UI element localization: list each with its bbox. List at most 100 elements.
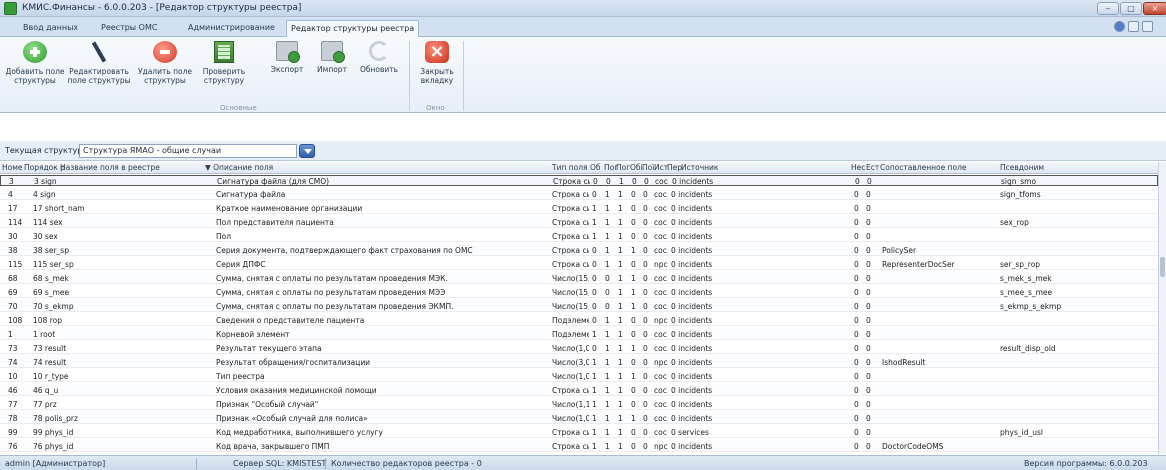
edit-field-button[interactable]: Редактировать поле структуры [67,41,131,85]
minimize-button[interactable]: ‒ [1097,2,1119,15]
delete-field-button[interactable]: Удалить поле структуры [135,41,195,85]
cell-f4: 0 [632,177,637,186]
scrollbar-thumb[interactable] [1160,257,1165,277]
cell-description: Тип реестра [216,372,265,381]
table-row[interactable]: 114 114 sex Пол представителя пациента Стро… [0,217,1158,228]
cell-number: 4 [8,190,13,199]
add-field-label2: структуры [14,76,56,85]
cell-type: Строка символов [552,442,589,451]
vertical-scrollbar[interactable] [1158,162,1166,454]
cell-nes: 0 [854,246,859,255]
cell-nes: 0 [854,386,859,395]
table-row[interactable]: 3030 sexПолСтрока символов11100coc0 inci… [0,231,1158,242]
cell-alias: sign_tfoms [1000,190,1041,199]
table-row[interactable]: 3 3 sign Сигнатура файла (для СМО) Строка с… [0,175,1158,186]
tab-data-entry[interactable]: Ввод данных [19,20,82,37]
close-window-button[interactable]: × [1143,2,1166,15]
close-tab-label1: Закрыть [420,67,454,76]
check-structure-button[interactable]: Проверить структуру [197,41,251,85]
cell-f4: 1 [631,288,636,297]
table-row[interactable]: 76 76 phys_id Код врача, закрывшего ПМП Стр… [0,441,1158,452]
cell-f5: 0 [643,302,648,311]
col-field-name-header[interactable]: Название поля в реестре [60,163,160,172]
col-source-header[interactable]: Источник [681,163,718,172]
cell-est: 0 [866,246,871,255]
cell-f1: 0 [592,260,597,269]
tab-oms-registers[interactable]: Реестры ОМС [97,20,161,37]
import-button[interactable]: Импорт [311,41,353,74]
table-row[interactable]: 70 70 s_ekmp Сумма, снятая с оплаты по рез… [0,301,1158,312]
tab-structure-editor[interactable]: Редактор структуры реестра [286,20,420,37]
table-row[interactable]: 46 46 q_u Условия оказания медицинской пом… [0,385,1158,396]
col-per-header[interactable]: Пер [667,163,682,172]
col-est-header[interactable]: Ест [866,163,879,172]
col-order-header[interactable]: Порядок р [24,163,65,172]
cell-f1: 1 [592,330,597,339]
col-number-header[interactable]: Номе [2,163,23,172]
table-row[interactable]: 99 99 phys_id Код медработника, выполнивше… [0,427,1158,438]
table-row[interactable]: 38 38 ser_sp Серия документа, подтверждающ… [0,245,1158,256]
table-row[interactable]: 17 17 short_nam Краткое наименование орган… [0,203,1158,214]
close-tab-icon [425,41,449,63]
cell-f2: 0 [605,288,610,297]
cell-type: Число(1,0) [552,344,589,353]
cell-field-name: 69 s_mee [33,288,70,297]
refresh-label: Обновить [359,65,399,74]
cell-source: 0 services [671,428,709,437]
table-row[interactable]: 1010 r_typeТип реестраЧисло(1,0)11110coc… [0,371,1158,382]
cell-field-name: 115 ser_sp [33,260,74,269]
col-p4-header[interactable]: Пої [642,163,654,172]
cell-alias: sex_rop [1000,218,1029,227]
cell-f1: 0 [592,288,597,297]
table-row[interactable]: 74 74 result Результат обращения/госпитали… [0,357,1158,368]
maximize-button[interactable]: □ [1120,2,1142,15]
cell-f2: 1 [605,316,610,325]
export-button[interactable]: Экспорт [266,41,308,74]
help-icon[interactable] [1114,21,1125,32]
col-type-header[interactable]: Тип поля [552,163,588,172]
tab-administration[interactable]: Администрирование [184,20,279,37]
restore-icon[interactable] [1128,21,1139,32]
options-icon[interactable] [1142,21,1153,32]
cell-field-name: 74 result [33,358,67,367]
col-nes-header[interactable]: Нес [851,163,865,172]
table-row[interactable]: 77 77 prz Признак "Особый случай" Число(1,1… [0,399,1158,410]
cell-f2: 1 [605,218,610,227]
table-row[interactable]: 11 rootКорневой элементПодэлемент11100co… [0,329,1158,340]
cell-field-name: 10 r_type [33,372,69,381]
table-row[interactable]: 78 78 polis_prz Признак «Особый случай для… [0,413,1158,424]
col-required-header[interactable]: Об [590,163,601,172]
cell-type: Строка символов [552,232,589,241]
cell-est: 0 [866,260,871,269]
table-row[interactable]: 69 69 s_mee Сумма, снятая с оплаты по резу… [0,287,1158,298]
col-p3-header[interactable]: Обі [630,163,643,172]
table-row[interactable]: 68 68 s_mek Сумма, снятая с оплаты по резу… [0,273,1158,284]
structure-select[interactable]: Структура ЯМАО - общие случаи [79,144,297,158]
cell-nes: 0 [854,218,859,227]
col-alias-header[interactable]: Псевдоним [1000,163,1044,172]
table-row[interactable]: 73 73 result Результат текущего этапа Число… [0,343,1158,354]
cell-source-flag: coc [654,372,667,381]
cell-f2: 1 [605,400,610,409]
cell-type: Строка символов [552,218,589,227]
cell-f3: 1 [618,288,623,297]
table-row[interactable]: 115115 ser_spСерия ДПФССтрока символов01… [0,259,1158,270]
cell-number: 76 [8,442,18,451]
cell-f5: 0 [643,414,648,423]
table-row[interactable]: 44 signСигнатура файлаСтрока символов011… [0,189,1158,200]
add-field-button[interactable]: Добавить поле структуры [5,41,65,85]
refresh-button[interactable]: Обновить [356,41,402,74]
table-row[interactable]: 108 108 rop Сведения о представителе пацие… [0,315,1158,326]
cell-mapped: DoctorCodeOMS [882,442,944,451]
cell-nes: 0 [854,428,859,437]
cell-f1: 0 [592,316,597,325]
ribbon: Добавить поле структуры Редактировать по… [0,37,1166,113]
close-tab-button[interactable]: Закрыть вкладку [417,41,457,85]
col-source-flag-header[interactable]: Ист [654,163,668,172]
cell-f2: 1 [605,344,610,353]
col-description-header[interactable]: ▼ Описание поля [205,163,273,172]
cell-nes: 0 [854,204,859,213]
chevron-down-icon[interactable] [299,144,315,158]
col-mapped-header[interactable]: Сопоставленное поле [880,163,967,172]
col-p2-header[interactable]: Пог [616,163,630,172]
